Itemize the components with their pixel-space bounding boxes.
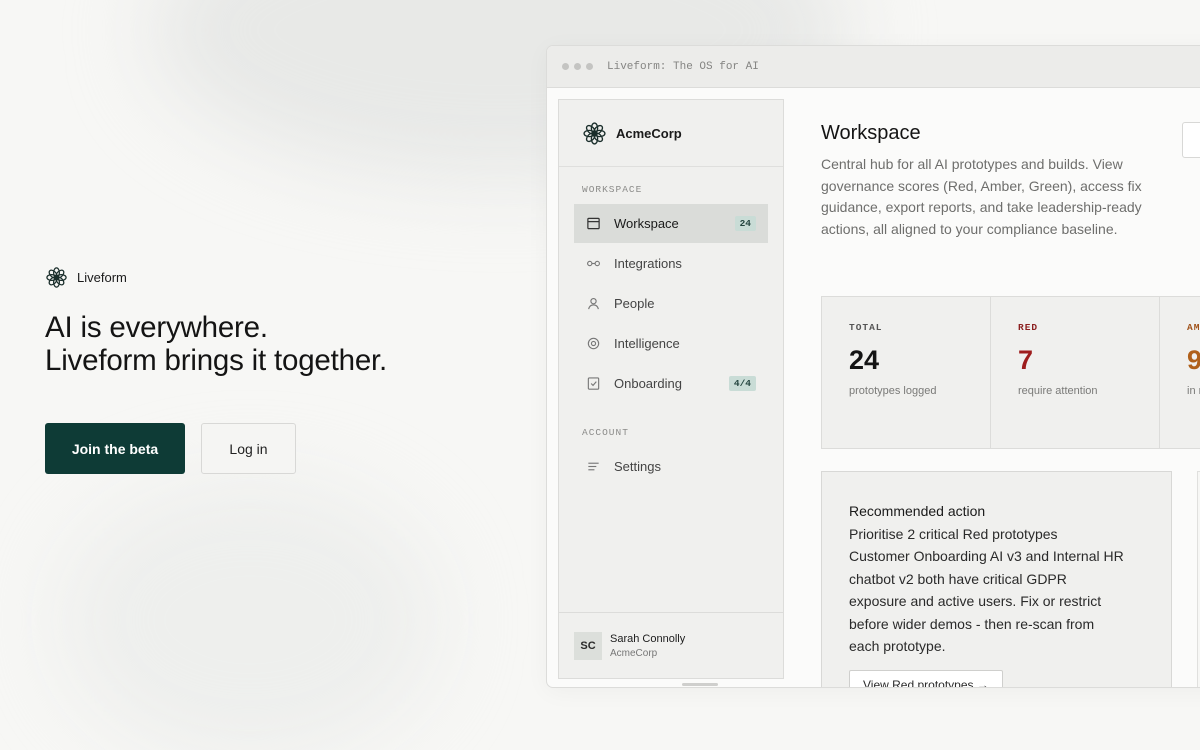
sidebar-item-label: Onboarding [614, 376, 682, 391]
card-line: exposure and active users. Fix or restri… [849, 593, 1102, 609]
window-dot-close[interactable] [562, 63, 569, 70]
sidebar-item-label: People [614, 296, 655, 311]
stat-value: 7 [1018, 345, 1034, 375]
sidebar-item-label: Settings [614, 459, 661, 474]
avatar: SC [574, 631, 602, 660]
page-description: Central hub for all AI prototypes and bu… [821, 156, 1142, 237]
window-dot-minimize[interactable] [574, 63, 581, 70]
background-glow [60, 480, 440, 750]
sidebar: AcmeCorp WORKSPACE Workspace 24 Integrat… [558, 99, 784, 679]
card-line: each prototype. [849, 638, 946, 654]
page-title: Workspace [821, 122, 921, 144]
stat-label: AM [1187, 322, 1200, 333]
view-red-prototypes-button[interactable]: View Red prototypes → [849, 670, 1003, 687]
stat-caption: require attention [1018, 385, 1098, 397]
card-line: before wider demos - then re-scan from [849, 615, 1095, 632]
hero-actions: Join the beta Log in [45, 423, 505, 474]
window-titlebar: Liveform: The OS for AI [547, 46, 1200, 88]
org-logo-icon [583, 121, 606, 145]
count-badge: 24 [734, 216, 756, 231]
sidebar-item-people[interactable]: People [574, 284, 768, 323]
workspace-nav: Workspace 24 Integrations People Intelli… [559, 204, 783, 403]
user-name: Sarah Connolly [610, 632, 686, 645]
sidebar-item-settings[interactable]: Settings [574, 447, 768, 486]
card-line: chatbot v2 both have critical GDPR [849, 570, 1067, 587]
stat-label: RED [1018, 322, 1039, 333]
user-org: AcmeCorp [610, 647, 658, 659]
stat-amber: AM 9 in r [1160, 297, 1200, 448]
headline-line-2: Liveform brings it together. [45, 344, 388, 377]
hero-section: Liveform AI is everywhere. Liveform brin… [45, 265, 505, 474]
liveform-logo-icon [46, 267, 67, 288]
stat-label: TOTAL [849, 322, 883, 333]
stat-total: TOTAL 24 prototypes logged [822, 297, 991, 448]
workspace-section-label: WORKSPACE [582, 184, 643, 195]
card-line: Customer Onboarding AI v3 and Internal H… [849, 548, 1124, 564]
stats-panel: TOTAL 24 prototypes logged RED 7 require… [821, 296, 1200, 449]
window-icon [586, 216, 601, 231]
sidebar-item-integrations[interactable]: Integrations [574, 244, 768, 283]
headline: AI is everywhere. Liveform brings it tog… [45, 311, 505, 377]
app-window-preview: Liveform: The OS for AI AcmeCorp WORKSPA… [546, 45, 1200, 688]
login-button[interactable]: Log in [201, 423, 296, 474]
card-heading: Prioritise 2 critical Red prototypes [849, 525, 1058, 542]
org-header[interactable]: AcmeCorp [559, 100, 783, 167]
stat-caption: in r [1187, 385, 1200, 397]
card-title: Recommended action [849, 503, 986, 519]
sidebar-item-label: Integrations [614, 256, 682, 271]
sidebar-item-label: Intelligence [614, 336, 680, 351]
user-profile[interactable]: SC Sarah Connolly AcmeCorp [559, 612, 783, 678]
stat-value: 24 [849, 345, 880, 375]
stat-value: 9 [1187, 345, 1200, 376]
menu-lines-icon [586, 459, 601, 474]
window-dot-maximize[interactable] [586, 63, 593, 70]
person-icon [586, 296, 601, 311]
account-section-label: ACCOUNT [582, 427, 629, 438]
window-title: Liveform: The OS for AI [607, 60, 759, 73]
target-icon [586, 336, 601, 351]
user-info: Sarah Connolly AcmeCorp [610, 633, 685, 659]
card-body: Prioritise 2 critical Red prototypes Cus… [849, 523, 1154, 658]
progress-badge: 4/4 [728, 376, 756, 391]
brand-name: Liveform [77, 270, 127, 285]
account-nav: Settings [559, 447, 783, 486]
header-action-button[interactable] [1182, 122, 1200, 158]
stat-red: RED 7 require attention [991, 297, 1160, 448]
recommended-action-card: Recommended action Prioritise 2 critical… [821, 471, 1172, 687]
link-icon [586, 256, 601, 271]
org-name: AcmeCorp [616, 125, 682, 141]
join-beta-button[interactable]: Join the beta [45, 423, 185, 474]
stat-caption: prototypes logged [849, 385, 937, 397]
main-content: Workspace Central hub for all AI prototy… [784, 88, 1200, 687]
sidebar-item-label: Workspace [614, 216, 679, 231]
headline-line-1: AI is everywhere. [45, 311, 268, 344]
brand: Liveform [45, 265, 505, 290]
sidebar-item-intelligence[interactable]: Intelligence [574, 324, 768, 363]
sidebar-item-workspace[interactable]: Workspace 24 [574, 204, 768, 243]
scrollbar[interactable] [682, 683, 718, 686]
checklist-icon [586, 376, 601, 391]
sidebar-item-onboarding[interactable]: Onboarding 4/4 [574, 364, 768, 403]
